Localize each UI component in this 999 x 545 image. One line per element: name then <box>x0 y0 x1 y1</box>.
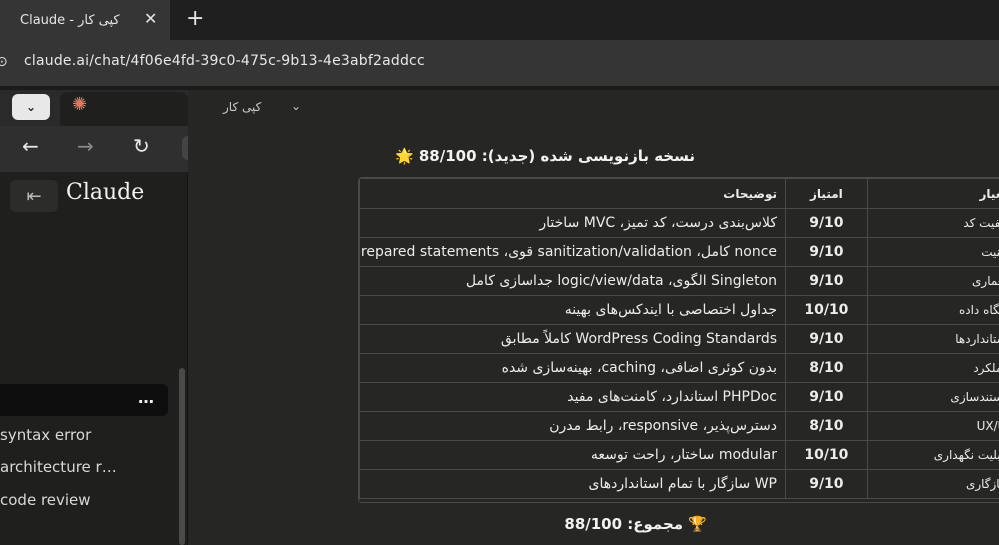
criteria-cell: مستندسازی <box>866 382 999 412</box>
table-row: قابلیت نگهداری10/10modular ساختار، راحت … <box>359 440 999 470</box>
chevron-down-icon: ⌄ <box>25 100 37 114</box>
inner-tab[interactable]: ✺ <box>60 92 188 126</box>
criteria-cell: امنیت <box>866 237 999 267</box>
chat-main: کپی کار ⌄ نسخه بازنویسی شده (جدید): 88/1… <box>188 90 999 545</box>
criteria-cell: کیفیت کد <box>866 208 999 238</box>
response-heading: نسخه بازنویسی شده (جدید): 88/100 🌟 <box>394 147 695 165</box>
chat-list-item[interactable]: architecture r… <box>0 458 117 476</box>
score-cell: 8/10 <box>785 411 868 441</box>
sidebar: ⌄ ✺ ← → ↻ ⇤ Claude … syntax error archit… <box>0 90 194 545</box>
score-cell: 10/10 <box>785 295 868 325</box>
url-field[interactable]: claude.ai/chat/4f06e4fd-39c0-475c-9b13-4… <box>24 53 425 69</box>
description-cell: nonce کامل، sanitization/validation قوی،… <box>359 237 787 267</box>
description-cell: modular ساختار، راحت توسعه <box>359 440 787 470</box>
table-body: کیفیت کد9/10کلاس‌بندی درست، کد تمیز، MVC… <box>359 208 999 499</box>
description-cell: Singleton الگوی، logic/view/data جداسازی… <box>359 266 787 296</box>
tab-search-dropdown[interactable]: ⌄ <box>12 94 50 120</box>
criteria-cell: UX/UI <box>866 411 999 441</box>
description-cell: بدون کوئری اضافی، caching، بهینه‌سازی شد… <box>359 353 787 383</box>
brand-logo[interactable]: Claude <box>66 180 144 205</box>
description-cell: جداول اختصاصی با ایندکس‌های بهینه <box>359 295 787 325</box>
score-cell: 9/10 <box>785 237 868 267</box>
chevron-down-icon[interactable]: ⌄ <box>291 99 301 113</box>
column-header-score: امتیاز <box>785 178 868 209</box>
browser-tab-title: Claude - کپی کار <box>20 12 120 28</box>
score-cell: 8/10 <box>785 353 868 383</box>
more-options-icon[interactable]: … <box>138 388 155 407</box>
chat-title[interactable]: کپی کار <box>223 100 261 114</box>
score-cell: 9/10 <box>785 266 868 296</box>
description-cell: کلاس‌بندی درست، کد تمیز، MVC ساختار <box>359 208 787 238</box>
browser-tab[interactable]: Claude - کپی کار ✕ <box>0 0 170 40</box>
score-table-grid: معیار امتیاز توضیحات کیفیت کد9/10کلاس‌بن… <box>359 178 999 499</box>
chat-list-item[interactable]: code review <box>0 491 91 509</box>
sidebar-collapse-button[interactable]: ⇤ <box>10 180 58 212</box>
table-row: مستندسازی9/10PHPDoc استاندارد، کامنت‌های… <box>359 382 999 412</box>
table-row: استانداردها9/10WordPress Coding Standard… <box>359 324 999 354</box>
score-table: معیار امتیاز توضیحات کیفیت کد9/10کلاس‌بن… <box>358 177 999 503</box>
back-arrow-icon[interactable]: ← <box>22 134 39 158</box>
column-header-criteria: معیار <box>866 178 999 209</box>
inner-nav-bar: ← → ↻ <box>0 126 194 172</box>
table-row: UX/UI8/10دسترس‌پذیر، responsive، رابط مد… <box>359 411 999 441</box>
criteria-cell: پایگاه داده <box>866 295 999 325</box>
inner-tab-strip: ⌄ ✺ <box>0 90 188 126</box>
browser-tab-strip: Claude - کپی کار ✕ + <box>0 0 999 40</box>
table-row: عملکرد8/10بدون کوئری اضافی، caching، بهی… <box>359 353 999 383</box>
score-cell: 9/10 <box>785 208 868 238</box>
description-cell: دسترس‌پذیر، responsive، رابط مدرن <box>359 411 787 441</box>
forward-arrow-icon[interactable]: → <box>77 134 94 158</box>
collapse-sidebar-icon: ⇤ <box>26 185 42 207</box>
score-cell: 10/10 <box>785 440 868 470</box>
table-row: پایگاه داده10/10جداول اختصاصی با ایندکس‌… <box>359 295 999 325</box>
score-cell: 9/10 <box>785 469 868 499</box>
address-bar: ⊙ claude.ai/chat/4f06e4fd-39c0-475c-9b13… <box>0 40 999 86</box>
table-row: سازگاری9/10WP سازگار با تمام استانداردها… <box>359 469 999 499</box>
score-cell: 9/10 <box>785 382 868 412</box>
total-score: 🏆 مجموع: 88/100 <box>564 515 707 533</box>
criteria-cell: سازگاری <box>866 469 999 499</box>
new-tab-icon[interactable]: + <box>186 6 204 31</box>
criteria-cell: عملکرد <box>866 353 999 383</box>
description-cell: WordPress Coding Standards کاملاً مطابق <box>359 324 787 354</box>
chat-list-item[interactable]: syntax error <box>0 426 91 444</box>
site-settings-icon[interactable]: ⊙ <box>0 54 8 70</box>
table-row: کیفیت کد9/10کلاس‌بندی درست، کد تمیز، MVC… <box>359 208 999 238</box>
table-row: امنیت9/10nonce کامل، sanitization/valida… <box>359 237 999 267</box>
criteria-cell: استانداردها <box>866 324 999 354</box>
screen: Claude - کپی کار ✕ + ⊙ claude.ai/chat/4f… <box>0 0 999 545</box>
criteria-cell: قابلیت نگهداری <box>866 440 999 470</box>
column-header-description: توضیحات <box>359 178 787 209</box>
table-row: معماری9/10Singleton الگوی، logic/view/da… <box>359 266 999 296</box>
sidebar-scrollbar[interactable] <box>179 368 185 545</box>
close-icon[interactable]: ✕ <box>144 9 157 28</box>
description-cell: PHPDoc استاندارد، کامنت‌های مفید <box>359 382 787 412</box>
score-cell: 9/10 <box>785 324 868 354</box>
claude-logo-icon: ✺ <box>72 94 88 115</box>
reload-icon[interactable]: ↻ <box>133 134 150 158</box>
description-cell: WP سازگار با تمام استانداردهای <box>359 469 787 499</box>
criteria-cell: معماری <box>866 266 999 296</box>
table-header-row: معیار امتیاز توضیحات <box>359 178 999 209</box>
